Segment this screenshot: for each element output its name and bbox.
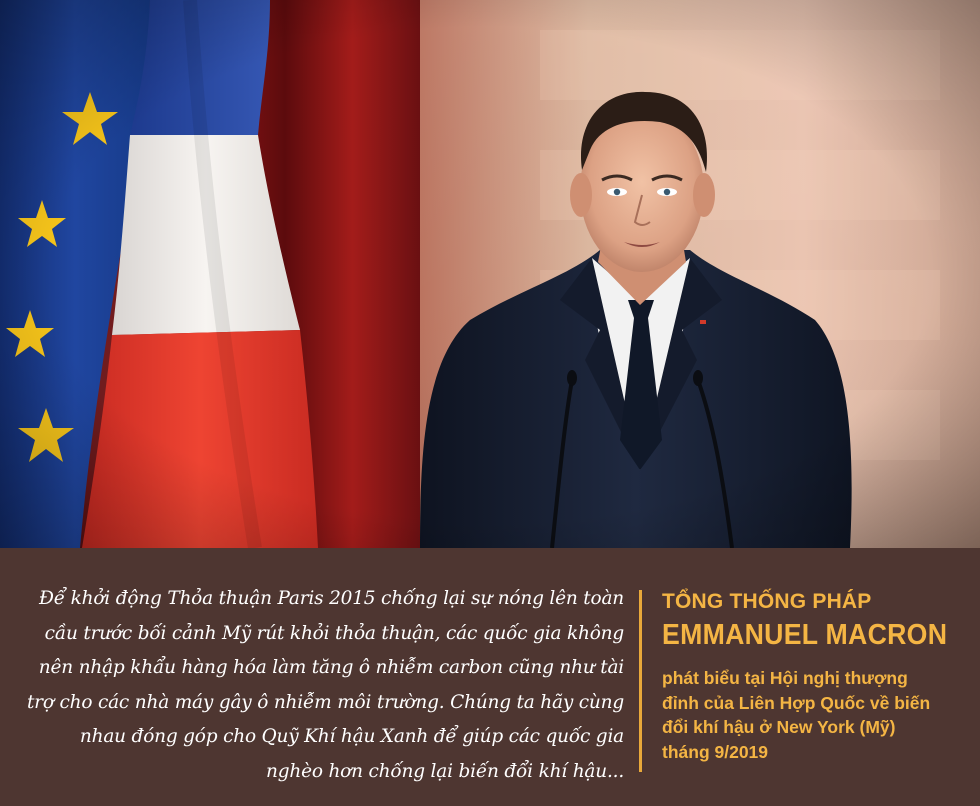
speaker-context: phát biểu tại Hội nghị thượng đỉnh của L… <box>662 668 931 762</box>
speaker-photo-illustration <box>0 0 980 548</box>
caption-panel: Để khởi động Thỏa thuận Paris 2015 chống… <box>0 548 980 806</box>
speaker-role: TỔNG THỐNG PHÁP <box>662 590 872 613</box>
speaker-info: TỔNG THỐNG PHÁP EMMANUEL MACRON phát biể… <box>662 588 962 764</box>
caption-divider <box>639 590 642 772</box>
speaker-photo <box>0 0 980 548</box>
quote-text: Để khởi động Thỏa thuận Paris 2015 chống… <box>26 588 624 782</box>
article-image-card: Để khởi động Thỏa thuận Paris 2015 chống… <box>0 0 980 806</box>
speaker-name: EMMANUEL MACRON <box>662 619 948 651</box>
